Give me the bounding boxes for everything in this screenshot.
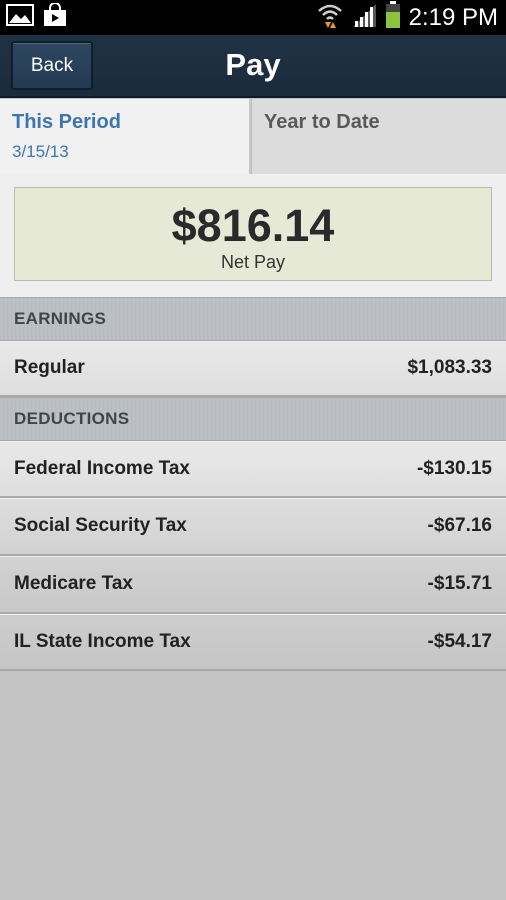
tab-this-period-label: This Period: [12, 111, 121, 133]
deduction-row-label: Medicare Tax: [14, 573, 133, 594]
status-bar: 2:19 PM: [0, 0, 506, 35]
deduction-row-medicare[interactable]: Medicare Tax -$15.71: [0, 556, 506, 614]
wifi-icon: [317, 2, 343, 33]
tab-year-to-date[interactable]: Year to Date: [251, 99, 506, 174]
app-header: Back Pay: [0, 35, 506, 98]
deduction-row-amount: -$54.17: [427, 630, 492, 652]
earnings-header: EARNINGS: [0, 297, 506, 341]
deduction-row-federal[interactable]: Federal Income Tax -$130.15: [0, 441, 506, 498]
deduction-row-amount: -$15.71: [427, 573, 492, 594]
tab-this-period[interactable]: This Period 3/15/13: [0, 99, 251, 174]
status-time: 2:19 PM: [408, 3, 498, 31]
earnings-row-label: Regular: [14, 357, 85, 378]
tab-year-to-date-label: Year to Date: [264, 111, 380, 133]
net-pay-amount: $816.14: [171, 200, 335, 251]
net-pay-label: Net Pay: [220, 252, 286, 272]
battery-icon: [385, 1, 401, 34]
deductions-header: DEDUCTIONS: [0, 397, 506, 441]
deduction-row-amount: -$67.16: [427, 515, 492, 536]
earnings-row-regular[interactable]: Regular $1,083.33: [0, 341, 506, 397]
period-tabs: This Period 3/15/13 Year to Date: [0, 99, 506, 174]
signal-icon: [351, 2, 377, 33]
gallery-icon: [6, 3, 34, 31]
earnings-row-amount: $1,083.33: [407, 357, 492, 378]
deduction-row-social-security[interactable]: Social Security Tax -$67.16: [0, 498, 506, 556]
net-pay-box: $816.14 Net Pay: [14, 187, 492, 281]
net-pay-section: $816.14 Net Pay: [0, 174, 506, 297]
store-icon: [42, 1, 68, 32]
page-title: Pay: [225, 47, 281, 82]
deduction-row-label: Social Security Tax: [14, 515, 187, 536]
deduction-row-amount: -$130.15: [416, 457, 492, 479]
deduction-row-il-state[interactable]: IL State Income Tax -$54.17: [0, 614, 506, 671]
deduction-row-label: Federal Income Tax: [14, 457, 190, 479]
tab-this-period-date: 3/15/13: [12, 142, 69, 161]
deduction-row-label: IL State Income Tax: [14, 630, 191, 652]
